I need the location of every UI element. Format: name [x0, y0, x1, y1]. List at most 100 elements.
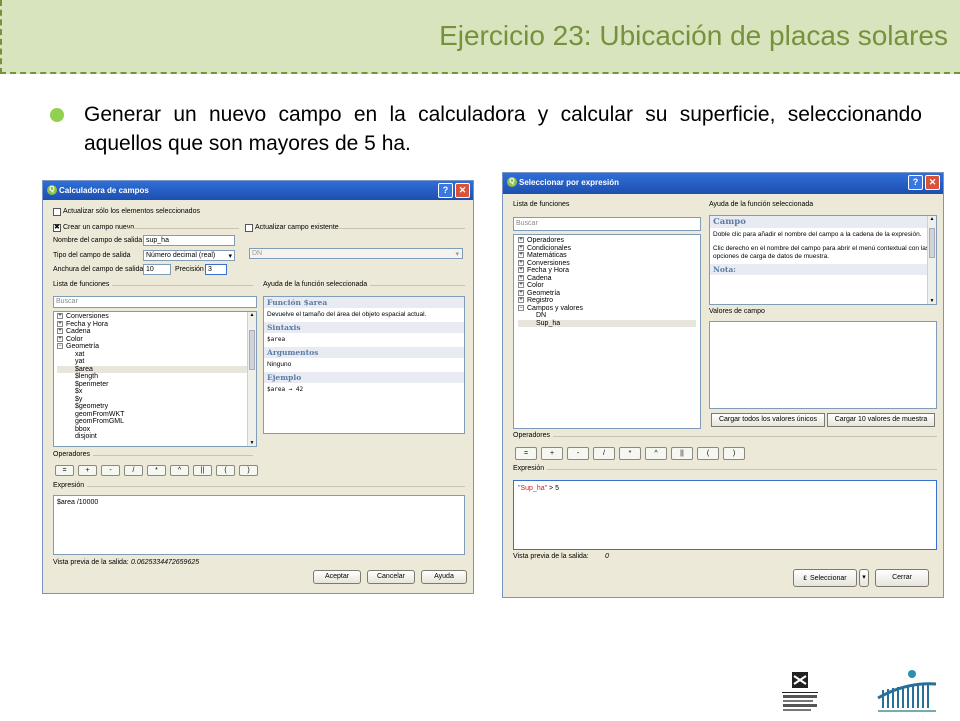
function-tree[interactable]: + Conversiones + Fecha y Hora + Cadena + Color −… — [53, 311, 257, 447]
function-tree-item[interactable]: + Conversiones — [518, 260, 696, 268]
operator-button[interactable]: ^ — [170, 465, 189, 476]
expand-icon[interactable]: + — [518, 289, 524, 296]
expand-icon[interactable]: + — [518, 274, 524, 281]
function-tree-item[interactable]: $x — [57, 388, 253, 396]
output-name-input[interactable]: sup_ha — [143, 235, 235, 246]
operator-button[interactable]: ^ — [645, 447, 667, 460]
function-tree-item[interactable]: + Conversiones — [57, 313, 253, 321]
existing-field-select[interactable]: DN ▾ — [249, 248, 463, 259]
expand-icon[interactable]: + — [57, 328, 63, 335]
expand-icon[interactable]: + — [518, 237, 524, 244]
expand-icon[interactable]: + — [518, 282, 524, 289]
scroll-thumb[interactable] — [929, 228, 935, 258]
function-tree-item[interactable]: − Geometría — [57, 343, 253, 351]
output-width-spinbox[interactable]: 10 — [143, 264, 171, 275]
close-button[interactable]: Cerrar — [875, 569, 929, 587]
operator-button[interactable]: || — [193, 465, 212, 476]
function-tree-item[interactable]: geomFromWKT — [57, 411, 253, 419]
function-tree-item[interactable]: DN — [518, 312, 696, 320]
expand-icon[interactable]: + — [518, 259, 524, 266]
load-all-values-button[interactable]: Cargar todos los valores únicos — [711, 413, 825, 427]
field-calculator-titlebar[interactable]: Q Calculadora de campos ? ✕ — [43, 181, 473, 200]
function-tree-item[interactable]: Sup_ha — [518, 319, 696, 327]
precision-spinbox[interactable]: 3 — [205, 264, 227, 275]
operator-button[interactable]: ) — [239, 465, 258, 476]
select-dialog-titlebar[interactable]: Q Seleccionar por expresión ? ✕ — [503, 173, 943, 194]
function-tree-item[interactable]: $area — [57, 365, 253, 373]
expand-icon[interactable]: + — [57, 335, 63, 342]
operator-button[interactable]: / — [593, 447, 615, 460]
function-tree-item[interactable]: bbox — [57, 426, 253, 434]
scroll-down-icon[interactable]: ▼ — [928, 298, 936, 304]
function-tree-item[interactable]: + Cadena — [57, 328, 253, 336]
function-tree-scrollbar[interactable]: ▲ ▼ — [247, 312, 256, 446]
function-tree-item[interactable]: + Registro — [518, 297, 696, 305]
help-scrollbar[interactable]: ▲ ▼ — [927, 216, 936, 304]
function-tree-item[interactable]: geomFromGML — [57, 418, 253, 426]
collapse-icon[interactable]: − — [518, 304, 524, 311]
operator-button[interactable]: * — [619, 447, 641, 460]
function-tree-item[interactable]: + Condicionales — [518, 245, 696, 253]
output-type-select[interactable]: Número decimal (real) ▾ — [143, 250, 235, 261]
function-search-input[interactable]: Buscar — [53, 296, 257, 308]
create-new-field-checkbox[interactable] — [53, 223, 61, 232]
scroll-thumb[interactable] — [249, 330, 255, 370]
expression-editor[interactable]: "Sup_ha" > 5 — [513, 480, 937, 550]
function-tree-item[interactable]: $y — [57, 396, 253, 404]
operator-button[interactable]: = — [55, 465, 74, 476]
help-icon[interactable]: ? — [908, 175, 923, 190]
operator-button[interactable]: + — [541, 447, 563, 460]
operator-button[interactable]: / — [124, 465, 143, 476]
function-search-input[interactable]: Buscar — [513, 217, 701, 231]
expand-icon[interactable]: + — [518, 252, 524, 259]
close-icon[interactable]: ✕ — [455, 183, 470, 198]
function-tree-item[interactable]: + Color — [57, 336, 253, 344]
function-tree-item[interactable]: + Cadena — [518, 275, 696, 283]
select-button[interactable]: ε Seleccionar — [793, 569, 857, 587]
function-tree-item[interactable]: + Color — [518, 282, 696, 290]
help-button[interactable]: Ayuda — [421, 570, 467, 584]
operator-button[interactable]: || — [671, 447, 693, 460]
function-tree-item[interactable]: yat — [57, 358, 253, 366]
function-tree-item[interactable]: $length — [57, 373, 253, 381]
operator-button[interactable]: ) — [723, 447, 745, 460]
expression-editor[interactable]: $area /10000 — [53, 495, 465, 555]
ok-button[interactable]: Aceptar — [313, 570, 361, 584]
function-tree[interactable]: + Operadores + Condicionales + Matemáticas + Co… — [513, 234, 701, 429]
select-mode-dropdown[interactable]: ▾ — [859, 569, 869, 587]
expand-icon[interactable]: + — [518, 267, 524, 274]
function-tree-item[interactable]: + Fecha y Hora — [518, 267, 696, 275]
function-tree-item[interactable]: xat — [57, 351, 253, 359]
function-tree-item[interactable]: $geometry — [57, 403, 253, 411]
expression-group: Expresión — [53, 482, 465, 489]
expand-icon[interactable]: + — [518, 297, 524, 304]
operator-button[interactable]: + — [78, 465, 97, 476]
operator-button[interactable]: ( — [697, 447, 719, 460]
scroll-up-icon[interactable]: ▲ — [248, 312, 256, 318]
function-tree-item[interactable]: + Operadores — [518, 237, 696, 245]
operator-button[interactable]: - — [567, 447, 589, 460]
function-tree-item[interactable]: $perimeter — [57, 381, 253, 389]
collapse-icon[interactable]: − — [57, 343, 63, 350]
expand-icon[interactable]: + — [518, 244, 524, 251]
function-tree-item[interactable]: − Campos y valores — [518, 305, 696, 313]
help-icon[interactable]: ? — [438, 183, 453, 198]
operator-button[interactable]: - — [101, 465, 120, 476]
operator-button[interactable]: = — [515, 447, 537, 460]
close-icon[interactable]: ✕ — [925, 175, 940, 190]
expand-icon[interactable]: + — [57, 320, 63, 327]
field-values-list[interactable] — [709, 321, 937, 409]
function-tree-item[interactable]: + Geometría — [518, 290, 696, 298]
function-tree-item[interactable]: disjoint — [57, 433, 253, 441]
only-selected-checkbox[interactable] — [53, 208, 61, 216]
operator-button[interactable]: ( — [216, 465, 235, 476]
function-tree-item[interactable]: + Matemáticas — [518, 252, 696, 260]
scroll-up-icon[interactable]: ▲ — [928, 216, 936, 222]
scroll-down-icon[interactable]: ▼ — [248, 440, 256, 446]
load-sample-values-button[interactable]: Cargar 10 valores de muestra — [827, 413, 935, 427]
update-existing-checkbox[interactable] — [245, 224, 253, 232]
operator-button[interactable]: * — [147, 465, 166, 476]
expand-icon[interactable]: + — [57, 313, 63, 320]
cancel-button[interactable]: Cancelar — [367, 570, 415, 584]
function-tree-item[interactable]: + Fecha y Hora — [57, 321, 253, 329]
